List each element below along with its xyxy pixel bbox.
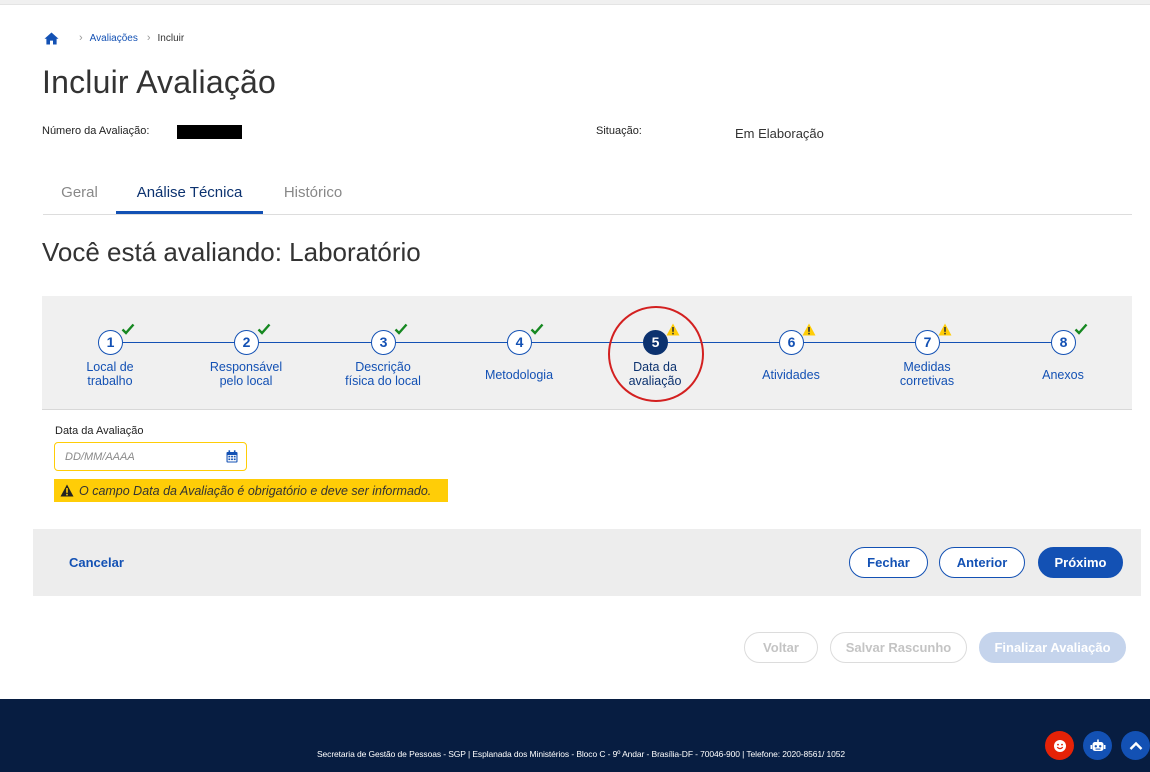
step-3-label: Descrição física do local — [345, 360, 421, 388]
breadcrumb-current: Incluir — [157, 32, 185, 44]
step-8-label: Anexos — [1042, 368, 1084, 382]
top-border — [0, 0, 1150, 5]
cancel-button[interactable]: Cancelar — [69, 555, 124, 570]
calendar-icon[interactable] — [226, 450, 238, 463]
date-field-error-text: O campo Data da Avaliação é obrigatório … — [79, 483, 432, 498]
check-icon — [394, 323, 408, 335]
step-4-label: Metodologia — [484, 368, 554, 382]
warning-icon — [60, 484, 74, 497]
situacao-label: Situação: — [596, 125, 642, 137]
footer: Secretaria de Gestão de Pessoas - SGP | … — [0, 699, 1150, 772]
tab-historico[interactable]: Histórico — [268, 174, 358, 214]
tab-analise-tecnica[interactable]: Análise Técnica — [116, 174, 263, 214]
back-button[interactable]: Voltar — [744, 632, 818, 663]
finalize-evaluation-button[interactable]: Finalizar Avaliação — [979, 632, 1126, 663]
close-button[interactable]: Fechar — [849, 547, 928, 578]
breadcrumb-link-avaliacoes[interactable]: Avaliações — [90, 33, 138, 44]
page-title: Incluir Avaliação — [42, 64, 277, 100]
evaluating-title: Você está avaliando: Laboratório — [42, 237, 421, 267]
step-action-bar: Cancelar Fechar Anterior Próximo — [33, 529, 1141, 596]
step-1-number: 1 — [98, 330, 123, 355]
chevron-right-icon: › — [146, 32, 151, 44]
step-2[interactable]: 2 Responsável pelo local — [191, 296, 301, 410]
check-icon — [257, 323, 271, 335]
chatbot-button[interactable] — [1083, 731, 1112, 760]
step-7-number: 7 — [915, 330, 940, 355]
robot-icon — [1090, 739, 1105, 751]
breadcrumb: › Avaliações › Incluir — [44, 30, 184, 46]
warning-icon — [938, 323, 952, 336]
chevron-right-icon: › — [79, 32, 83, 44]
step-3[interactable]: 3 Descrição física do local — [328, 296, 438, 410]
date-field[interactable] — [65, 449, 215, 465]
numero-avaliacao-label: Número da Avaliação: — [42, 125, 150, 137]
save-draft-button[interactable]: Salvar Rascunho — [830, 632, 967, 663]
step-4-number: 4 — [507, 330, 532, 355]
step-1[interactable]: 1 Local de trabalho — [55, 296, 165, 410]
previous-button[interactable]: Anterior — [939, 547, 1025, 578]
accessibility-button[interactable] — [1045, 731, 1074, 760]
step-6-number: 6 — [779, 330, 804, 355]
step-2-label: Responsável pelo local — [209, 360, 283, 388]
check-icon — [1074, 323, 1088, 335]
current-step-highlight — [608, 306, 704, 402]
chevron-up-icon — [1129, 741, 1142, 750]
date-field-label: Data da Avaliação — [55, 425, 144, 437]
tab-geral[interactable]: Geral — [43, 174, 116, 214]
step-7[interactable]: 7 Medidas corretivas — [872, 296, 982, 410]
home-icon[interactable] — [44, 32, 59, 45]
back-to-top-button[interactable] — [1121, 731, 1150, 760]
date-field-wrapper — [54, 442, 247, 471]
step-6[interactable]: 6 Atividades — [736, 296, 846, 410]
step-6-label: Atividades — [762, 368, 820, 382]
tab-bar: Geral Análise Técnica Histórico — [43, 174, 1132, 215]
step-2-number: 2 — [234, 330, 259, 355]
next-button[interactable]: Próximo — [1038, 547, 1123, 578]
smile-icon — [1053, 739, 1066, 752]
numero-avaliacao-redacted — [177, 125, 242, 139]
check-icon — [530, 323, 544, 335]
step-8[interactable]: 8 Anexos — [1008, 296, 1118, 410]
date-field-error: O campo Data da Avaliação é obrigatório … — [54, 479, 448, 502]
step-7-label: Medidas corretivas — [899, 360, 955, 388]
warning-icon — [802, 323, 816, 336]
footer-text: Secretaria de Gestão de Pessoas - SGP | … — [316, 749, 846, 759]
step-8-number: 8 — [1051, 330, 1076, 355]
situacao-value: Em Elaboração — [735, 126, 824, 141]
step-4[interactable]: 4 Metodologia — [464, 296, 574, 410]
check-icon — [121, 323, 135, 335]
stepper: 1 Local de trabalho 2 Responsável pelo loc… — [42, 296, 1132, 410]
step-3-number: 3 — [371, 330, 396, 355]
step-1-label: Local de trabalho — [86, 360, 134, 388]
